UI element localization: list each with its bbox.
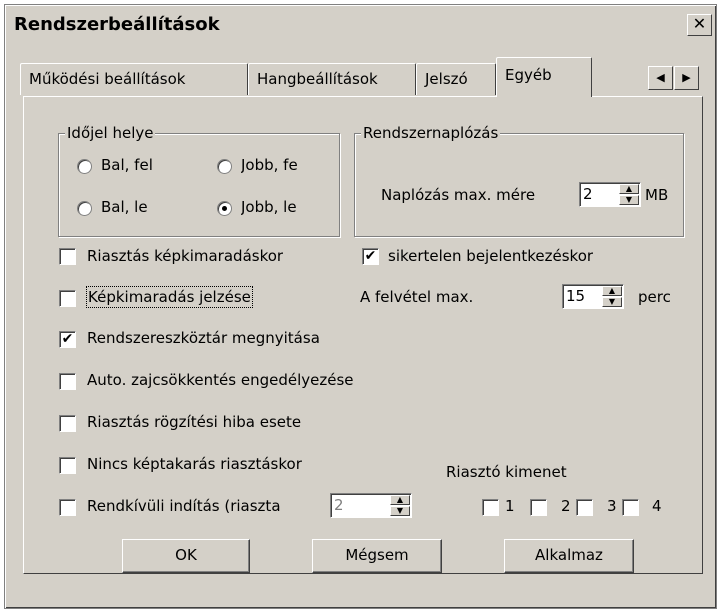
- close-button[interactable]: ✕: [687, 14, 712, 36]
- no-image-cover-checkbox[interactable]: [59, 457, 76, 474]
- tab-label: Jelszó: [425, 70, 468, 88]
- recording-spin-buttons: ▲ ▼: [602, 286, 622, 307]
- failed-login-label: sikertelen bejelentkezéskor: [388, 247, 594, 265]
- alarm-output-2-checkbox[interactable]: [530, 499, 547, 516]
- ok-button[interactable]: OK: [122, 539, 250, 573]
- radio-top-right[interactable]: [217, 159, 232, 174]
- radio-bottom-right-label: Jobb, le: [241, 198, 297, 216]
- radio-bottom-right[interactable]: [217, 201, 232, 216]
- open-toolbar-label: Rendszereszköztár megnyitása: [87, 329, 320, 347]
- emergency-start-checkbox[interactable]: [59, 499, 76, 516]
- title-bar: Rendszerbeállítások ✕: [9, 10, 712, 40]
- tab-password[interactable]: Jelszó: [416, 63, 496, 95]
- emergency-spin-buttons: ▲ ▼: [390, 495, 410, 516]
- recording-max-stepper[interactable]: 15 ▲ ▼: [562, 284, 624, 309]
- spin-down-icon[interactable]: ▼: [390, 506, 410, 516]
- arrow-left-icon: ◀: [656, 71, 665, 84]
- alarm-record-error-label: Riasztás rögzítési hiba esete: [87, 413, 302, 431]
- recording-max-value: 15: [566, 287, 586, 305]
- auto-noise-checkbox[interactable]: [59, 373, 76, 390]
- check-icon: ✔: [364, 248, 377, 264]
- radio-bottom-left[interactable]: [77, 201, 92, 216]
- emergency-start-label: Rendkívüli indítás (riaszta: [87, 497, 281, 515]
- tab-operating-settings[interactable]: Működési beállítások: [20, 63, 248, 95]
- log-max-size-value: 2: [583, 185, 593, 203]
- spin-down-icon[interactable]: ▼: [602, 297, 622, 307]
- spin-up-icon[interactable]: ▲: [602, 286, 622, 296]
- cancel-button[interactable]: Mégsem: [312, 539, 442, 573]
- alarm-output-label: Riasztó kimenet: [446, 463, 567, 481]
- alarm-output-4-checkbox[interactable]: [622, 499, 639, 516]
- image-loss-signal-checkbox[interactable]: [59, 290, 76, 307]
- auto-noise-label: Auto. zajcsökkentés engedélyezése: [87, 371, 354, 389]
- image-loss-signal-label: Képkimaradás jelzése: [86, 286, 253, 308]
- failed-login-checkbox[interactable]: ✔: [362, 248, 379, 265]
- alarm-output-4-label: 4: [652, 497, 662, 515]
- spin-up-icon[interactable]: ▲: [390, 495, 410, 505]
- tab-scroll-arrows: ◀ ▶: [648, 66, 700, 92]
- alarm-image-loss-checkbox[interactable]: [59, 248, 76, 265]
- spin-down-icon[interactable]: ▼: [619, 195, 639, 205]
- alarm-output-1-checkbox[interactable]: [482, 499, 499, 516]
- alarm-image-loss-label: Riasztás képkimaradáskor: [87, 247, 284, 265]
- timer-position-label: Időjel helye: [65, 124, 156, 142]
- recording-unit: perc: [638, 288, 671, 306]
- tab-label: Hangbeállítások: [257, 70, 378, 88]
- alarm-output-2-label: 2: [561, 497, 571, 515]
- tab-sound-settings[interactable]: Hangbeállítások: [248, 63, 416, 95]
- tab-scroll-left-button[interactable]: ◀: [648, 66, 673, 90]
- check-icon: ✔: [61, 331, 74, 347]
- alarm-record-error-checkbox[interactable]: [59, 415, 76, 432]
- spin-up-icon[interactable]: ▲: [619, 184, 639, 194]
- tab-scroll-right-button[interactable]: ▶: [674, 66, 699, 90]
- log-size-spin-buttons: ▲ ▼: [619, 184, 639, 205]
- radio-top-right-label: Jobb, fe: [241, 156, 298, 174]
- close-icon: ✕: [692, 14, 707, 33]
- no-image-cover-label: Nincs képtakarás riasztáskor: [87, 455, 302, 473]
- window-title: Rendszerbeállítások: [14, 14, 220, 35]
- timer-position-group: Időjel helye Bal, fel Jobb, fe Bal, le J…: [58, 124, 340, 237]
- emergency-start-value: 2: [334, 496, 344, 514]
- tab-panel-other: Időjel helye Bal, fel Jobb, fe Bal, le J…: [23, 96, 703, 574]
- tab-label: Működési beállítások: [29, 70, 186, 88]
- radio-bottom-left-label: Bal, le: [101, 198, 148, 216]
- apply-button[interactable]: Alkalmaz: [504, 539, 634, 573]
- radio-top-left-label: Bal, fel: [101, 156, 153, 174]
- log-size-unit: MB: [645, 186, 669, 204]
- emergency-start-stepper[interactable]: 2 ▲ ▼: [330, 493, 412, 518]
- tab-label: Egyéb: [505, 66, 552, 84]
- alarm-output-1-label: 1: [505, 497, 515, 515]
- tab-other[interactable]: Egyéb: [496, 57, 592, 97]
- log-max-size-stepper[interactable]: 2 ▲ ▼: [579, 182, 641, 207]
- radio-top-left[interactable]: [77, 159, 92, 174]
- arrow-right-icon: ▶: [682, 71, 691, 84]
- log-max-size-label: Naplózás max. mére: [381, 186, 536, 204]
- alarm-output-3-label: 3: [607, 497, 617, 515]
- system-log-group: Rendszernaplózás Naplózás max. mére 2 ▲ …: [354, 124, 684, 237]
- recording-max-label: A felvétel max.: [360, 288, 474, 306]
- system-log-label: Rendszernaplózás: [361, 124, 501, 142]
- open-toolbar-checkbox[interactable]: ✔: [59, 331, 76, 348]
- alarm-output-3-checkbox[interactable]: [576, 499, 593, 516]
